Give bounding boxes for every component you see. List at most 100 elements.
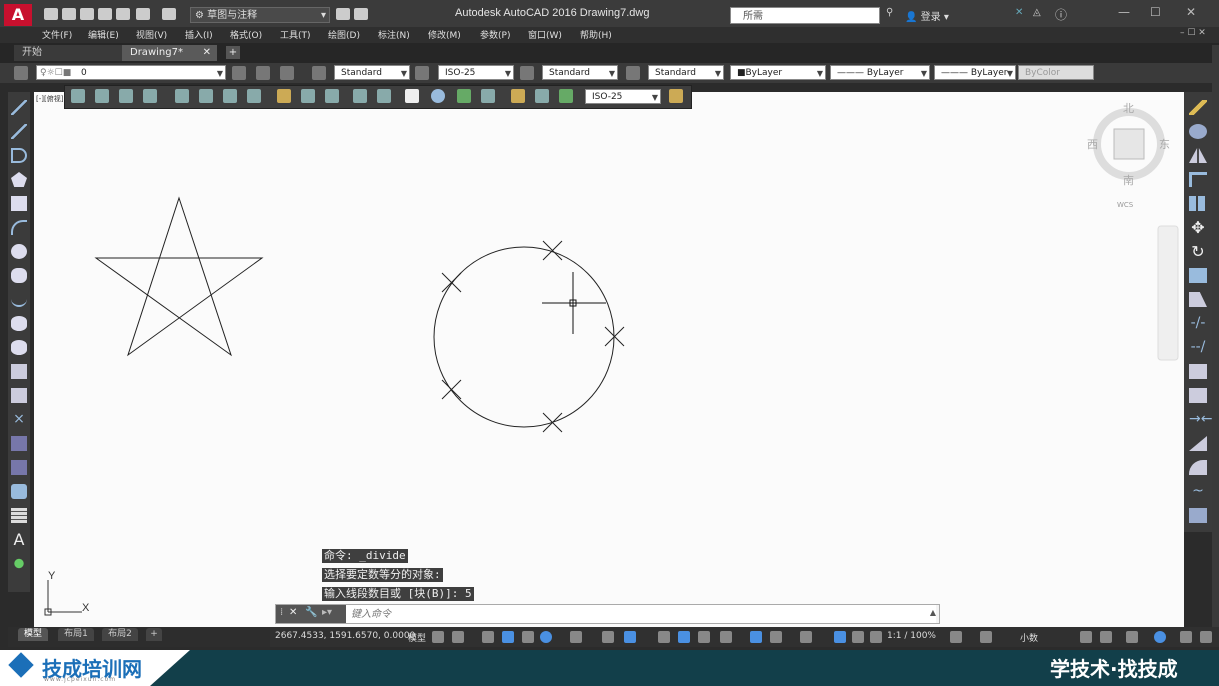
workspace-switch-icon[interactable] xyxy=(950,631,962,643)
color-dropdown[interactable]: ■ByLayer ▼ xyxy=(730,65,826,80)
dim-style-icon[interactable] xyxy=(415,66,429,80)
arc-icon[interactable] xyxy=(11,220,27,235)
doc-window-controls[interactable]: – ☐ ✕ xyxy=(1180,28,1206,38)
break-at-point-icon[interactable] xyxy=(1189,364,1207,379)
angular-dim-icon[interactable] xyxy=(247,89,261,103)
tab-model[interactable]: 模型 xyxy=(18,628,48,641)
linetype-dropdown[interactable]: ——— ByLayer ▼ xyxy=(830,65,930,80)
aligned-dim-icon[interactable] xyxy=(95,89,109,103)
dim-update-icon[interactable] xyxy=(559,89,573,103)
circle-object[interactable] xyxy=(433,246,615,428)
coordinate-readout[interactable]: 2667.4533, 1591.6570, 0.0000 xyxy=(275,631,415,641)
viewcube[interactable]: 北 南 东 西 WCS xyxy=(1087,102,1170,209)
blend-curves-icon[interactable]: ~ xyxy=(1189,484,1207,499)
isolate-objects-icon[interactable] xyxy=(1126,631,1138,643)
hatch-icon[interactable] xyxy=(11,436,27,451)
undo-icon[interactable] xyxy=(136,8,150,20)
maximize-icon[interactable]: ☐ xyxy=(1150,5,1161,19)
ellipse-icon[interactable] xyxy=(11,316,27,331)
revision-cloud-icon[interactable] xyxy=(11,268,27,283)
viewcube-east[interactable]: 东 xyxy=(1159,138,1170,151)
viewcube-north[interactable]: 北 xyxy=(1123,102,1134,115)
snap-icon[interactable] xyxy=(452,631,464,643)
ordinate-dim-icon[interactable] xyxy=(143,89,157,103)
menu-modify[interactable]: 修改(M) xyxy=(428,28,461,41)
vertical-scrollbar[interactable] xyxy=(1212,45,1219,640)
jogged-dim-icon[interactable] xyxy=(199,89,213,103)
3d-osnap-icon[interactable] xyxy=(720,631,732,643)
mleader-style-icon[interactable] xyxy=(626,66,640,80)
minimize-icon[interactable]: — xyxy=(1118,5,1130,19)
menu-edit[interactable]: 编辑(E) xyxy=(88,28,119,41)
point-icon[interactable]: ⨯ xyxy=(11,412,27,427)
menu-help[interactable]: 帮助(H) xyxy=(580,28,612,41)
selection-cycling-icon[interactable] xyxy=(698,631,710,643)
copy-icon[interactable] xyxy=(1189,124,1207,139)
offset-icon[interactable] xyxy=(1189,172,1207,187)
quick-dim-icon[interactable] xyxy=(277,89,291,103)
close-command-icon[interactable]: ✕ xyxy=(289,607,297,618)
tab-drawing7[interactable]: Drawing7* ✕ xyxy=(122,45,217,61)
menu-format[interactable]: 格式(O) xyxy=(230,28,262,41)
grid-icon[interactable] xyxy=(432,631,444,643)
model-space-button[interactable]: 模型 xyxy=(408,631,426,644)
layer-state-icon[interactable] xyxy=(280,66,294,80)
extend-icon[interactable]: --/ xyxy=(1189,340,1207,355)
auto-scale-icon[interactable] xyxy=(852,631,864,643)
mirror-icon[interactable] xyxy=(1189,148,1207,163)
help-icon[interactable]: ⓘ xyxy=(1055,6,1067,23)
infer-constraints-icon[interactable] xyxy=(482,631,494,643)
tab-layout2[interactable]: 布局2 xyxy=(102,628,138,641)
line-icon[interactable] xyxy=(11,100,27,115)
multiline-text-icon[interactable]: A xyxy=(11,532,27,548)
menu-dimension[interactable]: 标注(N) xyxy=(378,28,410,41)
dynamic-input-icon[interactable] xyxy=(502,631,514,643)
gradient-icon[interactable] xyxy=(11,460,27,475)
add-selected-icon[interactable] xyxy=(11,556,27,571)
layer-dropdown[interactable]: ♀☼☐■ 0 ▼ xyxy=(36,65,226,80)
layer-icon[interactable] xyxy=(336,8,350,20)
trim-icon[interactable]: -/- xyxy=(1189,316,1207,331)
wcs-menu[interactable]: WCS xyxy=(1117,201,1134,209)
object-snap-icon[interactable] xyxy=(624,631,636,643)
app-menu-button[interactable]: A xyxy=(4,4,32,26)
gizmo-icon[interactable] xyxy=(800,631,812,643)
circle-icon[interactable] xyxy=(11,244,27,259)
inspection-icon[interactable] xyxy=(457,89,471,103)
menu-file[interactable]: 文件(F) xyxy=(42,28,72,41)
recent-commands-icon[interactable]: ▸▾ xyxy=(322,607,332,618)
close-icon[interactable]: ✕ xyxy=(1186,5,1196,19)
dim-text-edit-icon[interactable] xyxy=(535,89,549,103)
annotation-scale-icon[interactable] xyxy=(870,631,882,643)
dim-style-dropdown[interactable]: ISO-25 ▼ xyxy=(438,65,514,80)
lineweight-icon[interactable] xyxy=(658,631,670,643)
center-mark-icon[interactable] xyxy=(431,89,445,103)
login-button[interactable]: 👤 登录 ▾ xyxy=(905,8,949,23)
fillet-icon[interactable] xyxy=(1189,460,1207,475)
hardware-acceleration-icon[interactable] xyxy=(1154,631,1166,643)
table-style-icon[interactable] xyxy=(520,66,534,80)
insert-block-icon[interactable] xyxy=(11,364,27,379)
table-style-dropdown[interactable]: Standard ▼ xyxy=(542,65,618,80)
redo-icon[interactable] xyxy=(162,8,176,20)
stretch-icon[interactable] xyxy=(1189,292,1207,307)
new-icon[interactable] xyxy=(44,8,58,20)
lineweight-dropdown[interactable]: ——— ByLayer ▼ xyxy=(934,65,1016,80)
table-icon[interactable] xyxy=(11,508,27,523)
ellipse-arc-icon[interactable] xyxy=(11,340,27,355)
scale-icon[interactable] xyxy=(1189,268,1207,283)
dim-style-manager-icon[interactable] xyxy=(669,89,683,103)
move-icon[interactable]: ✥ xyxy=(1189,220,1207,236)
arc-length-icon[interactable] xyxy=(119,89,133,103)
jogged-linear-icon[interactable] xyxy=(481,89,495,103)
add-layout-button[interactable]: + xyxy=(146,628,162,641)
ortho-icon[interactable] xyxy=(522,631,534,643)
annotation-monitor-icon[interactable] xyxy=(980,631,992,643)
expand-history-icon[interactable]: ▲ xyxy=(930,608,936,617)
navigation-bar[interactable] xyxy=(1157,225,1179,361)
close-tab-icon[interactable]: ✕ xyxy=(203,45,211,61)
break-icon[interactable] xyxy=(1189,388,1207,403)
linear-dim-icon[interactable] xyxy=(71,89,85,103)
plot-icon[interactable] xyxy=(116,8,130,20)
dim-break-icon[interactable] xyxy=(377,89,391,103)
